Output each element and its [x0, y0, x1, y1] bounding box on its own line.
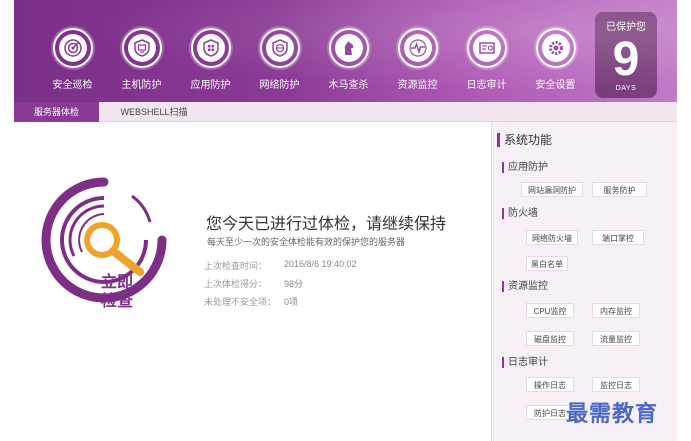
checkup-subtitle: 每天至少一次的安全体检能有效的保护您的服务器: [207, 237, 406, 247]
days-unit: DAYS: [615, 85, 637, 92]
chip-memory-monitor[interactable]: 内存监控: [592, 303, 640, 318]
host-shield-icon: [121, 28, 162, 68]
chip-website-vuln-protection[interactable]: 网站漏洞防护: [521, 182, 583, 197]
protected-days-count: 9: [612, 33, 640, 86]
nav-log-audit[interactable]: 日志审计: [452, 28, 521, 91]
nav-app-protection[interactable]: 应用防护: [176, 28, 245, 91]
main-nav: 安全巡检 主机防护 应用防护 网络防护 木马查杀 资源监控 日志审计 安全设置: [38, 28, 590, 91]
nav-security-settings[interactable]: 安全设置: [521, 28, 590, 91]
info-value: 98分: [284, 279, 304, 289]
check-now-label: 立即 检查: [101, 273, 141, 311]
side-panel-title: 系统功能: [497, 133, 552, 147]
info-row-last-time: 上次检查时间： 2016/8/6 19:40:02: [204, 259, 357, 277]
nav-network-protection[interactable]: 网络防护: [245, 28, 314, 91]
tab-webshell-scan[interactable]: WEBSHELL扫描: [119, 102, 189, 122]
chip-network-firewall[interactable]: 网络防火墙: [526, 230, 578, 245]
info-row-last-score: 上次体检得分： 98分: [204, 277, 357, 295]
tab-server-check[interactable]: 服务器体检: [14, 102, 99, 122]
section-resource-monitor: 资源监控: [502, 281, 548, 292]
nav-label: 安全巡检: [52, 80, 93, 91]
info-key: 上次体检得分：: [204, 279, 268, 289]
chip-service-protection[interactable]: 服务防护: [592, 182, 647, 197]
nav-label: 资源监控: [397, 80, 438, 91]
tab-bar: 服务器体检 WEBSHELL扫描: [14, 102, 677, 122]
checkup-info: 上次检查时间： 2016/8/6 19:40:02 上次体检得分： 98分 未处…: [204, 259, 357, 313]
radar-icon: [52, 28, 93, 68]
chip-operation-log[interactable]: 操作日志: [526, 377, 574, 392]
gear-icon: [535, 28, 576, 68]
chip-black-white-list[interactable]: 黑白名单: [526, 256, 568, 271]
check-now-line2: 检查: [101, 293, 134, 310]
section-log-audit: 日志审计: [502, 357, 548, 368]
trojan-horse-icon: [328, 28, 369, 68]
system-functions-panel: 系统功能 应用防护 网站漏洞防护 服务防护 防火墙 网络防火墙 端口掌控 黑白名…: [491, 122, 677, 441]
network-shield-icon: [259, 28, 300, 68]
log-audit-icon: [466, 28, 507, 68]
protected-days-badge: 已保护您 9 DAYS: [595, 12, 657, 98]
top-banner: 安全巡检 主机防护 应用防护 网络防护 木马查杀 资源监控 日志审计 安全设置 …: [14, 0, 677, 102]
nav-label: 网络防护: [259, 80, 300, 91]
info-value: 2016/8/6 19:40:02: [284, 259, 357, 269]
chip-cpu-monitor[interactable]: CPU监控: [526, 303, 574, 318]
nav-label: 主机防护: [121, 80, 162, 91]
checkup-panel: 立即 检查 您今天已进行过体检，请继续保持 每天至少一次的安全体检能有效的保护您…: [14, 122, 491, 441]
info-key: 上次检查时间：: [204, 261, 268, 271]
nav-label: 应用防护: [190, 80, 231, 91]
chip-monitor-log[interactable]: 监控日志: [592, 377, 640, 392]
chip-traffic-monitor[interactable]: 流量监控: [592, 331, 640, 346]
watermark-text: 最需教育: [566, 401, 659, 427]
checkup-title: 您今天已进行过体检，请继续保持: [206, 216, 447, 233]
info-key: 未处理不安全项：: [204, 297, 277, 307]
chip-port-control[interactable]: 端口掌控: [592, 230, 644, 245]
nav-host-protection[interactable]: 主机防护: [107, 28, 176, 91]
nav-label: 日志审计: [466, 80, 507, 91]
check-now-line1: 立即: [101, 274, 134, 291]
pulse-monitor-icon: [397, 28, 438, 68]
info-row-unresolved: 未处理不安全项： 0项: [204, 295, 357, 313]
nav-label: 安全设置: [535, 80, 576, 91]
nav-resource-monitor[interactable]: 资源监控: [383, 28, 452, 91]
nav-security-patrol[interactable]: 安全巡检: [38, 28, 107, 91]
app-shield-icon: [190, 28, 231, 68]
nav-label: 木马查杀: [328, 80, 369, 91]
section-firewall: 防火墙: [502, 208, 538, 219]
protected-label: 已保护您: [606, 22, 646, 33]
info-value: 0项: [284, 297, 299, 307]
chip-disk-monitor[interactable]: 磁盘监控: [526, 331, 574, 346]
nav-trojan-scan[interactable]: 木马查杀: [314, 28, 383, 91]
section-app-protection: 应用防护: [502, 162, 548, 173]
